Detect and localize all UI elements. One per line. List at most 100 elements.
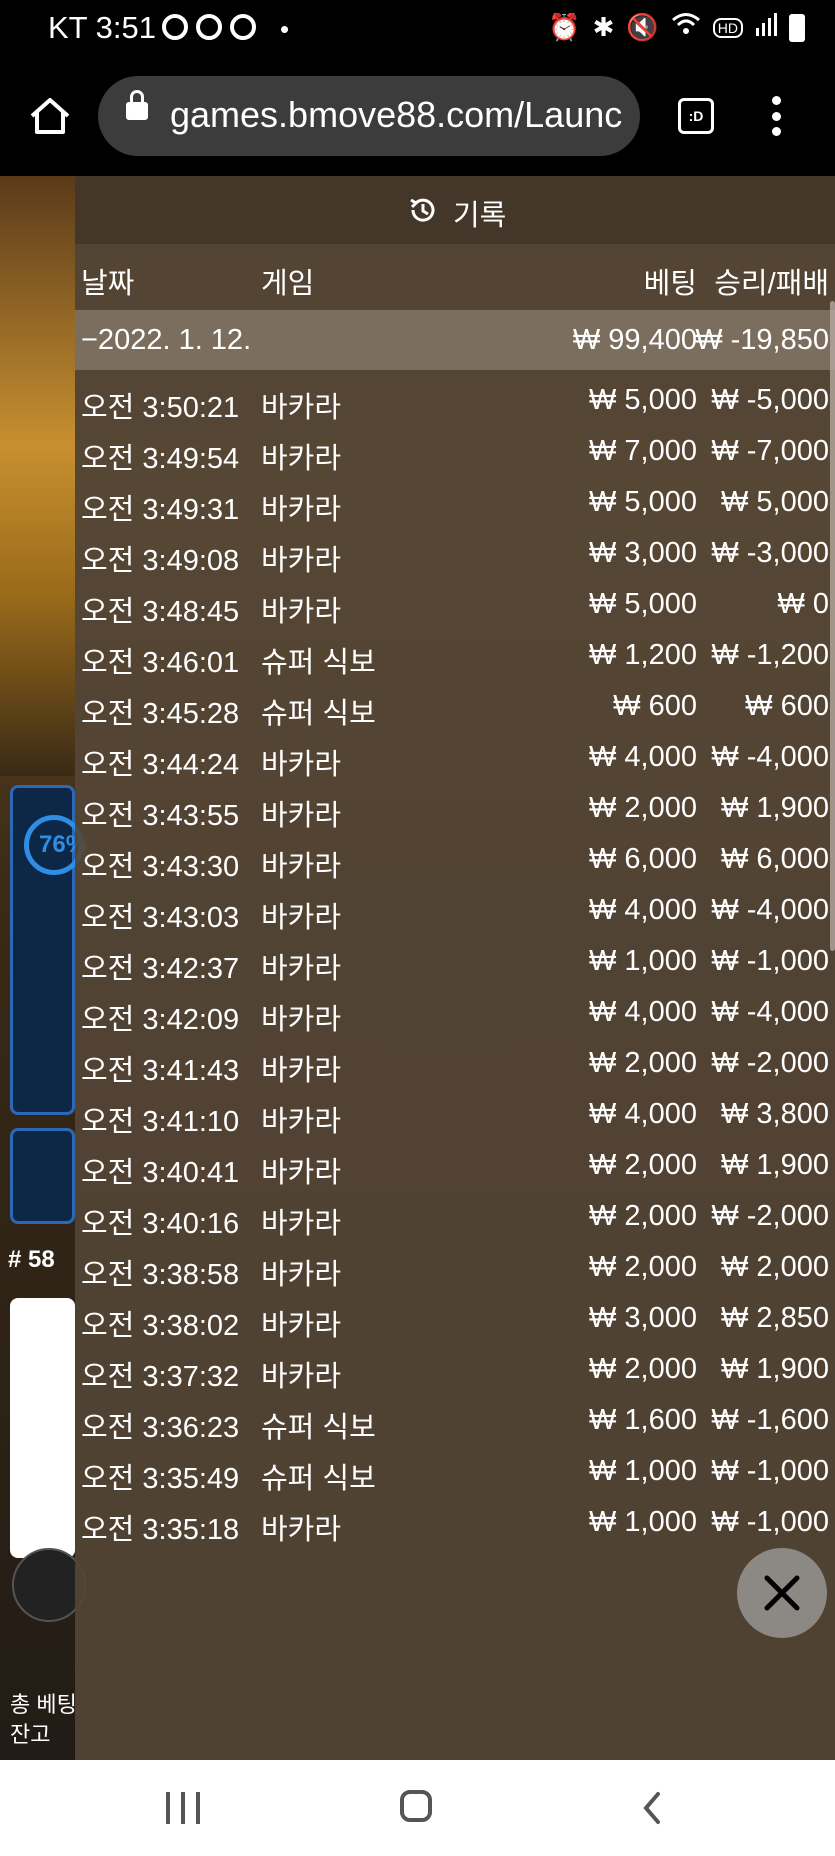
more-notifications-dot: •: [280, 14, 290, 44]
history-header: 기록: [75, 176, 835, 244]
row-time: 오전 3:42:09: [81, 1004, 240, 1036]
history-clock-icon: [407, 194, 439, 226]
row-bet: ₩ 1,000: [589, 1506, 697, 1538]
row-bet: ₩ 2,000: [589, 1353, 697, 1385]
date-group-date: −2022. 1. 12.: [81, 324, 252, 356]
row-time: 오전 3:45:28: [81, 698, 240, 730]
row-result: ₩ -5,000: [711, 384, 829, 416]
row-result: ₩ -1,000: [711, 1506, 829, 1538]
row-time: 오전 3:38:58: [81, 1259, 240, 1291]
row-game: 바카라: [261, 1259, 342, 1291]
chrome-notification-icon: [196, 14, 222, 40]
date-group-bet-total: ₩ 99,400: [572, 324, 697, 356]
row-bet: ₩ 2,000: [589, 1200, 697, 1232]
bet-summary: 총 베팅 잔고: [10, 1690, 77, 1750]
row-time: 오전 3:48:45: [81, 596, 240, 628]
row-game: 바카라: [261, 749, 342, 781]
game-table-visual: [0, 176, 75, 776]
history-title: 기록: [453, 200, 507, 232]
row-bet: ₩ 2,000: [589, 1149, 697, 1181]
row-bet: ₩ 600: [613, 690, 697, 722]
row-result: ₩ -4,000: [711, 996, 829, 1028]
row-time: 오전 3:41:43: [81, 1055, 240, 1087]
date-group-row[interactable]: −2022. 1. 12. ₩ 99,400 ₩ -19,850: [75, 310, 835, 370]
column-date: 날짜: [81, 268, 135, 300]
recents-icon[interactable]: [166, 1792, 200, 1824]
url-text[interactable]: games.bmove88.com/Launc: [170, 94, 630, 136]
row-result: ₩ -1,000: [711, 945, 829, 977]
home-icon[interactable]: [28, 96, 72, 136]
row-bet: ₩ 1,000: [589, 945, 697, 977]
row-bet: ₩ 2,000: [589, 792, 697, 824]
row-bet: ₩ 3,000: [589, 1302, 697, 1334]
row-time: 오전 3:49:31: [81, 494, 240, 526]
row-game: 바카라: [261, 392, 342, 424]
round-number: # 58: [8, 1246, 55, 1273]
column-bet: 베팅: [643, 268, 697, 300]
row-bet: ₩ 5,000: [589, 588, 697, 620]
row-time: 오전 3:41:10: [81, 1106, 240, 1138]
row-game: 슈퍼 식보: [261, 1463, 376, 1495]
row-time: 오전 3:43:30: [81, 851, 240, 883]
row-game: 바카라: [261, 1208, 342, 1240]
hd-icon: HD: [712, 17, 743, 38]
back-icon[interactable]: [636, 1790, 668, 1826]
total-bet-label: 총 베팅: [10, 1692, 77, 1717]
row-time: 오전 3:49:54: [81, 443, 240, 475]
row-result: ₩ 3,800: [721, 1098, 829, 1130]
row-result: ₩ -3,000: [711, 537, 829, 569]
notification-icons: [162, 14, 256, 40]
row-result: ₩ 2,000: [721, 1251, 829, 1283]
mute-icon: 🔇: [626, 12, 659, 42]
home-nav-icon[interactable]: [400, 1790, 432, 1822]
row-game: 바카라: [261, 1055, 342, 1087]
row-time: 오전 3:40:16: [81, 1208, 240, 1240]
history-panel: 기록 날짜 게임 베팅 승리/패배 −2022. 1. 12. ₩ 99,400…: [75, 176, 835, 1760]
game-side-button: [10, 1128, 75, 1224]
date-group-result-total: ₩ -19,850: [695, 324, 829, 356]
row-bet: ₩ 1,200: [589, 639, 697, 671]
row-time: 오전 3:36:23: [81, 1412, 240, 1444]
row-result: ₩ -1,000: [711, 1455, 829, 1487]
row-bet: ₩ 4,000: [589, 996, 697, 1028]
row-time: 오전 3:50:21: [81, 392, 240, 424]
tab-switcher-button[interactable]: :D: [678, 98, 714, 134]
row-result: ₩ -4,000: [711, 894, 829, 926]
scrollbar[interactable]: [830, 301, 835, 951]
bluetooth-icon: ✱: [592, 12, 615, 42]
row-result: ₩ -7,000: [711, 435, 829, 467]
row-result: ₩ 0: [777, 588, 829, 620]
row-bet: ₩ 1,600: [589, 1404, 697, 1436]
more-menu-icon[interactable]: [770, 96, 782, 136]
row-time: 오전 3:43:03: [81, 902, 240, 934]
row-game: 바카라: [261, 443, 342, 475]
row-bet: ₩ 3,000: [589, 537, 697, 569]
column-game: 게임: [261, 268, 315, 300]
row-game: 바카라: [261, 494, 342, 526]
row-time: 오전 3:35:49: [81, 1463, 240, 1495]
close-icon: [764, 1575, 800, 1611]
row-game: 바카라: [261, 1361, 342, 1393]
row-game: 슈퍼 식보: [261, 1412, 376, 1444]
row-game: 바카라: [261, 596, 342, 628]
row-result: ₩ 600: [745, 690, 829, 722]
close-button[interactable]: [737, 1548, 827, 1638]
system-nav-bar: [0, 1760, 835, 1856]
table-header: 날짜 게임 베팅 승리/패배: [75, 244, 835, 310]
row-time: 오전 3:42:37: [81, 953, 240, 985]
row-time: 오전 3:35:18: [81, 1514, 240, 1546]
row-game: 바카라: [261, 1106, 342, 1138]
row-bet: ₩ 4,000: [589, 741, 697, 773]
chrome-notification-icon: [230, 14, 256, 40]
chrome-notification-icon: [162, 14, 188, 40]
row-bet: ₩ 2,000: [589, 1251, 697, 1283]
row-bet: ₩ 1,000: [589, 1455, 697, 1487]
history-row[interactable]: 오전 3:35:18 바카라 ₩ 1,000 ₩ -1,000: [75, 1492, 835, 1552]
row-result: ₩ -1,200: [711, 639, 829, 671]
wifi-icon: [671, 12, 701, 43]
address-bar[interactable]: games.bmove88.com/Launc: [98, 76, 640, 156]
browser-toolbar: games.bmove88.com/Launc :D: [0, 58, 835, 176]
row-bet: ₩ 6,000: [589, 843, 697, 875]
road-map: [10, 1298, 75, 1558]
row-bet: ₩ 5,000: [589, 384, 697, 416]
